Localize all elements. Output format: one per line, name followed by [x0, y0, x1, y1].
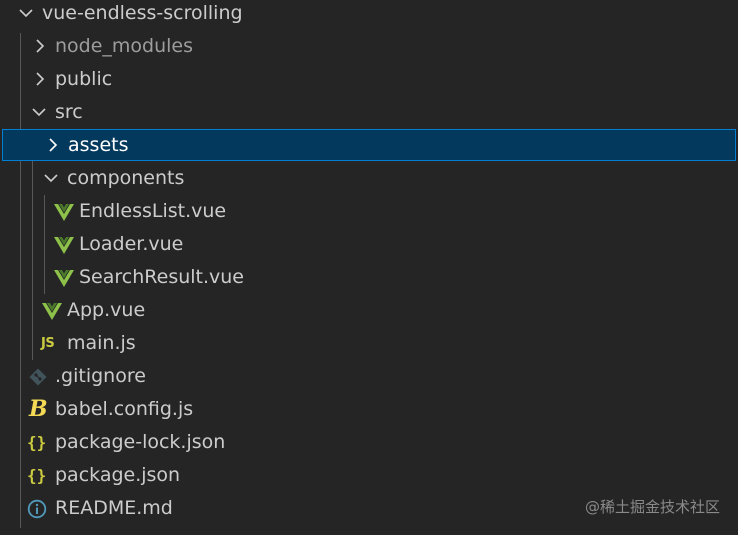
- tree-root-folder[interactable]: vue-endless-scrolling: [0, 0, 738, 30]
- json-icon: {}: [27, 466, 47, 485]
- chevron-down-icon: [43, 162, 59, 195]
- tree-item-label: package-lock.json: [55, 431, 226, 453]
- tree-root-label: vue-endless-scrolling: [42, 2, 243, 24]
- tree-folder-public[interactable]: public: [0, 63, 738, 96]
- js-icon: JS: [41, 336, 55, 351]
- tree-item-label: src: [55, 101, 83, 123]
- file-explorer: vue-endless-scrolling node_modules publi…: [0, 0, 738, 535]
- tree-folder-assets[interactable]: assets: [2, 129, 736, 161]
- vue-icon: [54, 202, 74, 222]
- watermark-text: @稀土掘金技术社区: [584, 498, 720, 516]
- tree-item-label: babel.config.js: [55, 398, 194, 420]
- vue-icon: [54, 268, 74, 288]
- tree-folder-node-modules[interactable]: node_modules: [0, 30, 738, 63]
- tree-folder-components[interactable]: components: [0, 162, 738, 195]
- tree-file-searchresult-vue[interactable]: SearchResult.vue: [0, 261, 738, 294]
- tree-folder-src[interactable]: src: [0, 96, 738, 129]
- chevron-right-icon: [32, 63, 48, 96]
- tree-file-package-json[interactable]: {} package.json: [0, 459, 738, 492]
- tree-item-label: EndlessList.vue: [79, 200, 227, 222]
- vue-icon: [42, 301, 62, 321]
- tree-file-endlesslist-vue[interactable]: EndlessList.vue: [0, 195, 738, 228]
- tree-item-label: SearchResult.vue: [79, 266, 244, 288]
- tree-item-label: Loader.vue: [79, 233, 184, 255]
- tree-file-loader-vue[interactable]: Loader.vue: [0, 228, 738, 261]
- info-icon: [27, 499, 47, 519]
- tree-file-package-lock-json[interactable]: {} package-lock.json: [0, 426, 738, 459]
- tree-item-label: components: [67, 167, 185, 189]
- tree-item-label: public: [55, 68, 113, 90]
- json-icon: {}: [27, 433, 47, 452]
- tree-item-label: .gitignore: [55, 365, 146, 387]
- tree-item-label: node_modules: [55, 35, 194, 57]
- babel-icon: B: [29, 396, 48, 422]
- git-icon: [28, 367, 48, 387]
- tree-item-label: assets: [68, 134, 129, 156]
- vue-icon: [54, 235, 74, 255]
- tree-item-label: main.js: [67, 332, 136, 354]
- tree-file-babel-config-js[interactable]: B babel.config.js: [0, 393, 738, 426]
- tree-file-gitignore[interactable]: .gitignore: [0, 360, 738, 393]
- tree-file-app-vue[interactable]: App.vue: [0, 294, 738, 327]
- tree-item-label: README.md: [55, 497, 173, 519]
- tree-file-main-js[interactable]: JS main.js: [0, 327, 738, 360]
- chevron-down-icon: [18, 0, 34, 30]
- tree-item-label: package.json: [55, 464, 181, 486]
- chevron-right-icon: [45, 129, 61, 162]
- chevron-down-icon: [31, 96, 47, 129]
- tree-item-label: App.vue: [67, 299, 146, 321]
- chevron-right-icon: [32, 30, 48, 63]
